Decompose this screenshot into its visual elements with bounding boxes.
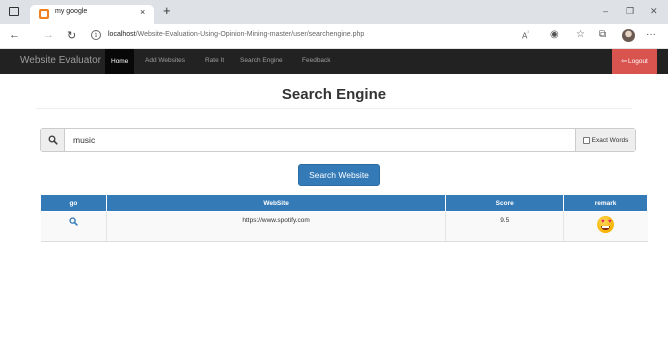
address-bar: ← → ↻ i localhost/Website-Evaluation-Usi… (0, 24, 668, 49)
read-aloud-icon[interactable]: Aꜞ (522, 31, 529, 41)
nav-rate-it[interactable]: Rate It (205, 57, 224, 64)
col-website: WebSite (105, 194, 447, 212)
search-group: Exact Words (40, 128, 636, 152)
col-score: Score (445, 194, 565, 212)
website-cell: https://www.spotify.com (106, 211, 447, 242)
exact-words-label: Exact Words (591, 136, 629, 144)
heart-eyes-emoji-icon: ♥ ♥ (597, 216, 615, 233)
extension-icon[interactable]: ◉ (550, 29, 559, 40)
app-navbar: Website Evaluator Home Add Websites Rate… (0, 49, 668, 74)
tab-title: my google (55, 8, 88, 15)
forward-icon[interactable]: → (43, 29, 54, 41)
minimize-icon[interactable]: – (603, 6, 608, 16)
go-cell (40, 211, 107, 242)
search-addon (41, 129, 65, 151)
page-title: Search Engine (281, 86, 387, 103)
brand[interactable]: Website Evaluator (20, 55, 101, 66)
logout-button[interactable]: ⇦Logout (612, 49, 657, 74)
title-divider (36, 108, 632, 109)
tab-close-icon[interactable]: × (140, 7, 145, 17)
results-table: go WebSite Score remark https://www.spot… (40, 194, 648, 242)
tab-favicon-icon (39, 9, 49, 19)
search-icon (48, 135, 58, 145)
search-input[interactable] (66, 129, 612, 151)
close-window-icon[interactable]: ✕ (650, 6, 658, 17)
collections-icon[interactable]: ⧉ (599, 29, 606, 40)
more-icon[interactable]: ··· (646, 29, 656, 40)
search-icon[interactable] (69, 217, 78, 226)
refresh-icon[interactable]: ↻ (67, 29, 76, 42)
profile-avatar[interactable] (622, 29, 635, 42)
back-icon[interactable]: ← (9, 29, 20, 41)
nav-feedback[interactable]: Feedback (302, 57, 331, 64)
maximize-icon[interactable]: ❐ (626, 6, 634, 17)
nav-home[interactable]: Home (105, 49, 135, 74)
url-field[interactable]: localhost/Website-Evaluation-Using-Opini… (108, 31, 364, 38)
logout-icon: ⇦ (621, 58, 627, 65)
new-tab-icon[interactable]: + (163, 4, 171, 18)
results-header-row: go WebSite Score remark (40, 194, 648, 212)
table-row: https://www.spotify.com 9.5 ♥ ♥ (40, 211, 648, 242)
search-website-button[interactable]: Search Website (298, 164, 380, 186)
tab-actions-icon[interactable] (9, 7, 19, 16)
browser-tab-bar: my google × + – ❐ ✕ (0, 0, 668, 24)
exact-words-toggle[interactable]: Exact Words (575, 129, 635, 151)
col-remark: remark (563, 194, 648, 212)
favorites-icon[interactable]: ☆ (576, 29, 585, 40)
browser-tab[interactable]: my google × (30, 5, 154, 24)
nav-search-engine[interactable]: Search Engine (240, 57, 283, 64)
nav-add-websites[interactable]: Add Websites (145, 57, 185, 64)
score-cell: 9.5 (445, 211, 565, 242)
logout-label: Logout (627, 58, 648, 65)
remark-cell: ♥ ♥ (563, 211, 648, 242)
info-icon[interactable]: i (91, 30, 101, 40)
exact-words-checkbox[interactable] (582, 136, 590, 144)
col-go: go (40, 194, 107, 212)
